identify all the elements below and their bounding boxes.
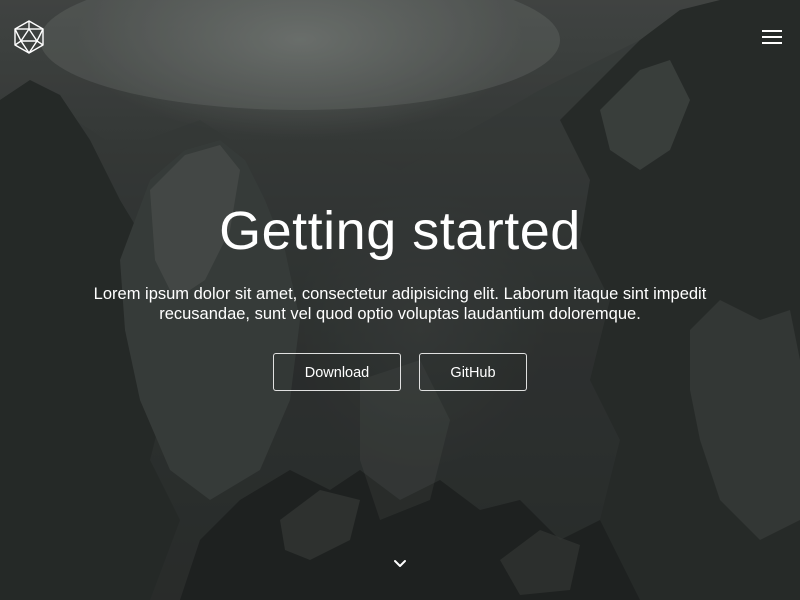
download-button[interactable]: Download: [273, 353, 401, 391]
hero-section: Getting started Lorem ipsum dolor sit am…: [0, 0, 800, 600]
menu-line: [762, 42, 782, 44]
chevron-down-icon[interactable]: [392, 557, 408, 571]
hero-description: Lorem ipsum dolor sit amet, consectetur …: [93, 285, 707, 323]
menu-line: [762, 30, 782, 32]
github-button[interactable]: GitHub: [419, 353, 527, 391]
menu-line: [762, 36, 782, 38]
icosahedron-logo-icon[interactable]: [11, 19, 47, 55]
hamburger-menu-icon[interactable]: [760, 28, 784, 46]
page-title: Getting started: [219, 201, 581, 261]
